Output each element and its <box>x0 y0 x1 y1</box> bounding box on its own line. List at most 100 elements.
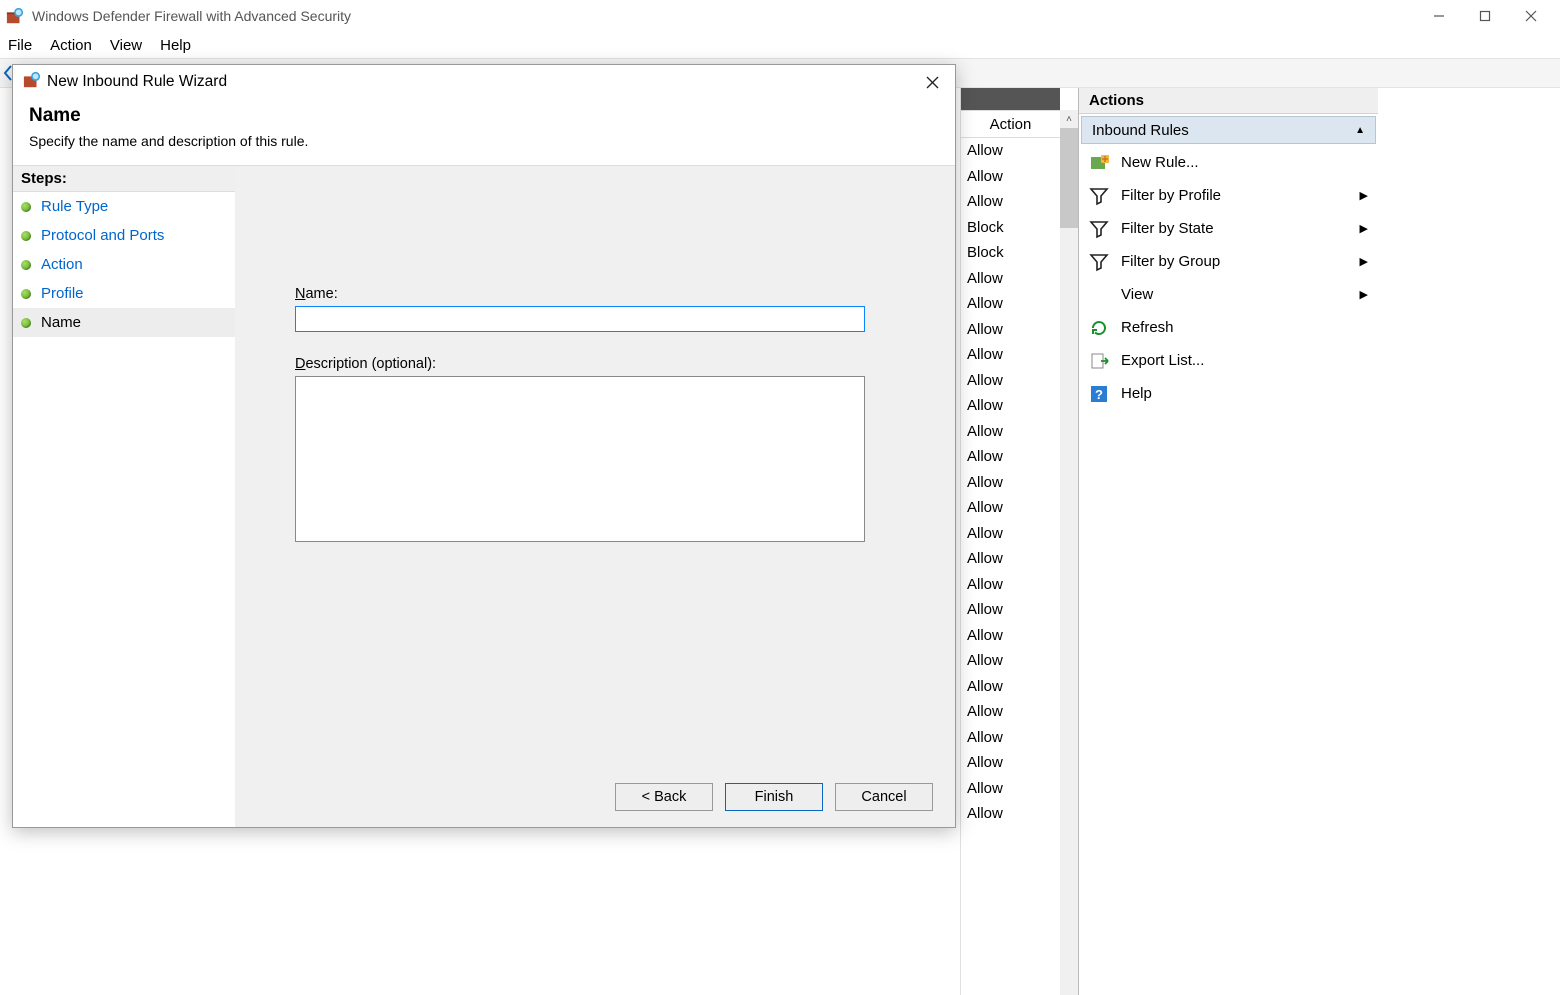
action-item-label: Help <box>1121 385 1152 402</box>
name-input[interactable] <box>295 306 865 332</box>
rule-action-cell[interactable]: Allow <box>961 444 1060 470</box>
action-filter-by-profile[interactable]: Filter by Profile ▶ <box>1079 179 1378 212</box>
wizard-step-name: Name <box>13 308 235 337</box>
wizard-step-protocol-and-ports[interactable]: Protocol and Ports <box>13 221 235 250</box>
actions-panel-header: Actions <box>1079 88 1378 114</box>
action-new-rule[interactable]: New Rule... <box>1079 146 1378 179</box>
rule-action-cell[interactable]: Allow <box>961 291 1060 317</box>
wizard-header: Name Specify the name and description of… <box>13 99 955 166</box>
window-minimize-button[interactable] <box>1416 0 1462 32</box>
description-textarea[interactable] <box>295 376 865 542</box>
rule-action-cell[interactable]: Block <box>961 240 1060 266</box>
menu-action[interactable]: Action <box>50 37 92 54</box>
collapse-icon: ▲ <box>1355 125 1365 136</box>
back-button[interactable]: < Back <box>615 783 713 811</box>
action-filter-by-group[interactable]: Filter by Group ▶ <box>1079 245 1378 278</box>
rule-action-cell[interactable]: Allow <box>961 189 1060 215</box>
rule-action-cell[interactable]: Allow <box>961 597 1060 623</box>
wizard-step-rule-type[interactable]: Rule Type <box>13 192 235 221</box>
rule-action-cell[interactable]: Allow <box>961 674 1060 700</box>
action-refresh[interactable]: Refresh <box>1079 311 1378 344</box>
wizard-steps-header: Steps: <box>13 166 235 192</box>
submenu-arrow-icon: ▶ <box>1360 255 1368 268</box>
wizard-title: New Inbound Rule Wizard <box>47 73 919 91</box>
firewall-icon <box>6 7 24 25</box>
action-filter-by-state[interactable]: Filter by State▶ <box>1079 212 1378 245</box>
rule-action-cell[interactable]: Allow <box>961 801 1060 827</box>
actions-section-title: Inbound Rules <box>1092 122 1189 139</box>
rule-action-cell[interactable]: Allow <box>961 419 1060 445</box>
actions-panel: Actions Inbound Rules ▲ New Rule... Filte… <box>1078 88 1378 995</box>
help-icon: ? <box>1089 384 1109 404</box>
bullet-icon <box>21 318 31 328</box>
menu-help[interactable]: Help <box>160 37 191 54</box>
action-item-label: Filter by Group <box>1121 253 1220 270</box>
wizard-titlebar: New Inbound Rule Wizard <box>13 65 955 99</box>
new-rule-icon <box>1089 153 1109 173</box>
wizard-step-label: Name <box>41 314 81 331</box>
wizard-page: Name: Description (optional): < Back Fin… <box>235 166 955 827</box>
window-maximize-button[interactable] <box>1462 0 1508 32</box>
action-help[interactable]: ? Help <box>1079 377 1378 410</box>
rules-column-header[interactable]: Action <box>961 110 1060 138</box>
cancel-button[interactable]: Cancel <box>835 783 933 811</box>
actions-section-header[interactable]: Inbound Rules ▲ <box>1081 116 1376 144</box>
filter-icon <box>1089 252 1109 272</box>
rule-action-cell[interactable]: Allow <box>961 699 1060 725</box>
bullet-icon <box>21 231 31 241</box>
rule-action-cell[interactable]: Allow <box>961 138 1060 164</box>
rule-action-cell[interactable]: Allow <box>961 572 1060 598</box>
rule-action-cell[interactable]: Allow <box>961 470 1060 496</box>
description-field-label: Description (optional): <box>295 356 895 372</box>
action-item-label: View <box>1121 286 1153 303</box>
new-inbound-rule-wizard: New Inbound Rule Wizard Name Specify the… <box>12 64 956 828</box>
wizard-subheading: Specify the name and description of this… <box>29 133 939 149</box>
refresh-icon <box>1089 318 1109 338</box>
bullet-icon <box>21 289 31 299</box>
submenu-arrow-icon: ▶ <box>1360 189 1368 202</box>
rule-action-cell[interactable]: Allow <box>961 266 1060 292</box>
rule-action-cell[interactable]: Allow <box>961 393 1060 419</box>
rule-action-cell[interactable]: Allow <box>961 521 1060 547</box>
svg-text:?: ? <box>1095 387 1103 402</box>
rules-scroll-up[interactable]: ˄ <box>1060 110 1078 128</box>
rule-action-cell[interactable]: Allow <box>961 623 1060 649</box>
action-item-label: Filter by Profile <box>1121 187 1221 204</box>
finish-button[interactable]: Finish <box>725 783 823 811</box>
firewall-icon <box>23 71 41 93</box>
rule-action-cell[interactable]: Allow <box>961 648 1060 674</box>
window-close-button[interactable] <box>1508 0 1554 32</box>
rule-action-cell[interactable]: Allow <box>961 164 1060 190</box>
wizard-step-label: Rule Type <box>41 198 108 215</box>
action-export-list[interactable]: Export List... <box>1079 344 1378 377</box>
rule-action-cell[interactable]: Allow <box>961 317 1060 343</box>
rules-scroll-thumb[interactable] <box>1060 128 1078 228</box>
menu-view[interactable]: View <box>110 37 142 54</box>
rule-action-cell[interactable]: Allow <box>961 342 1060 368</box>
export-icon <box>1089 351 1109 371</box>
filter-icon <box>1089 186 1109 206</box>
rules-scrollbar[interactable] <box>1060 110 1078 995</box>
wizard-close-button[interactable] <box>919 69 945 95</box>
bullet-icon <box>21 202 31 212</box>
rule-action-cell[interactable]: Allow <box>961 368 1060 394</box>
blank-icon <box>1089 285 1109 305</box>
rule-action-cell[interactable]: Allow <box>961 495 1060 521</box>
bullet-icon <box>21 260 31 270</box>
action-item-label: New Rule... <box>1121 154 1199 171</box>
submenu-arrow-icon: ▶ <box>1360 288 1368 301</box>
wizard-step-profile[interactable]: Profile <box>13 279 235 308</box>
wizard-step-action[interactable]: Action <box>13 250 235 279</box>
wizard-step-label: Profile <box>41 285 84 302</box>
action-item-label: Export List... <box>1121 352 1204 369</box>
wizard-step-label: Protocol and Ports <box>41 227 164 244</box>
main-window-title: Windows Defender Firewall with Advanced … <box>32 8 1416 24</box>
rules-action-column: Action AllowAllowAllowBlockBlockAllowAll… <box>960 88 1060 995</box>
wizard-step-label: Action <box>41 256 83 273</box>
rule-action-cell[interactable]: Allow <box>961 546 1060 572</box>
filter-icon <box>1089 219 1109 239</box>
action-item-label: Refresh <box>1121 319 1174 336</box>
action-view[interactable]: View ▶ <box>1079 278 1378 311</box>
menu-file[interactable]: File <box>8 37 32 54</box>
rule-action-cell[interactable]: Block <box>961 215 1060 241</box>
